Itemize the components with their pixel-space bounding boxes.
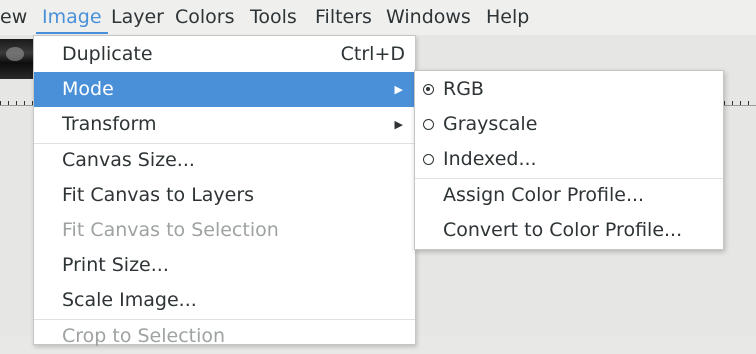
mode-submenu: RGB Grayscale Indexed... Assign Color Pr… — [414, 70, 724, 250]
menu-item-fit-canvas-layers[interactable]: Fit Canvas to Layers — [34, 178, 415, 213]
submenu-arrow-icon: ▶ — [394, 83, 403, 96]
menu-tools[interactable]: Tools — [250, 0, 297, 35]
menu-item-mode[interactable]: Mode ▶ — [34, 72, 415, 107]
menu-colors[interactable]: Colors — [175, 0, 235, 35]
submenu-item-indexed[interactable]: Indexed... — [415, 142, 723, 177]
menu-item-scale-image[interactable]: Scale Image... — [34, 283, 415, 318]
submenu-item-rgb-label: RGB — [443, 78, 484, 100]
menu-item-canvas-size[interactable]: Canvas Size... — [34, 143, 415, 178]
menu-filters[interactable]: Filters — [315, 0, 372, 35]
submenu-item-convert-profile[interactable]: Convert to Color Profile... — [415, 213, 723, 248]
menu-item-fit-canvas-selection[interactable]: Fit Canvas to Selection — [34, 213, 415, 248]
menubar: ew Image Layer Colors Tools Filters Wind… — [0, 0, 756, 35]
radio-checked-icon — [423, 84, 434, 95]
shortcut-label: Ctrl+D — [340, 43, 405, 65]
radio-unchecked-icon — [423, 119, 434, 130]
menu-item-transform-label: Transform — [62, 113, 157, 135]
radio-unchecked-icon — [423, 154, 434, 165]
menu-item-duplicate-label: Duplicate — [62, 43, 153, 65]
ruler-baseline-right — [724, 105, 756, 106]
submenu-item-rgb[interactable]: RGB — [415, 72, 723, 107]
menu-item-crop-selection[interactable]: Crop to Selection — [34, 319, 415, 354]
menu-image[interactable]: Image — [36, 0, 107, 35]
submenu-item-indexed-label: Indexed... — [443, 148, 537, 170]
submenu-item-assign-profile[interactable]: Assign Color Profile... — [415, 178, 723, 213]
ruler-baseline-left — [0, 105, 34, 106]
image-thumbnail[interactable] — [0, 39, 33, 79]
menu-layer[interactable]: Layer — [111, 0, 164, 35]
menu-item-transform[interactable]: Transform ▶ — [34, 107, 415, 142]
menu-help[interactable]: Help — [486, 0, 529, 35]
submenu-arrow-icon: ▶ — [394, 118, 403, 131]
menu-item-duplicate[interactable]: Duplicate Ctrl+D — [34, 37, 415, 72]
menu-item-mode-label: Mode — [62, 78, 114, 100]
menu-item-print-size[interactable]: Print Size... — [34, 248, 415, 283]
submenu-item-grayscale-label: Grayscale — [443, 113, 538, 135]
submenu-item-grayscale[interactable]: Grayscale — [415, 107, 723, 142]
menu-view[interactable]: ew — [0, 0, 27, 35]
menu-windows[interactable]: Windows — [386, 0, 471, 35]
image-menu-dropdown: Duplicate Ctrl+D Mode ▶ Transform ▶ Canv… — [33, 35, 416, 347]
